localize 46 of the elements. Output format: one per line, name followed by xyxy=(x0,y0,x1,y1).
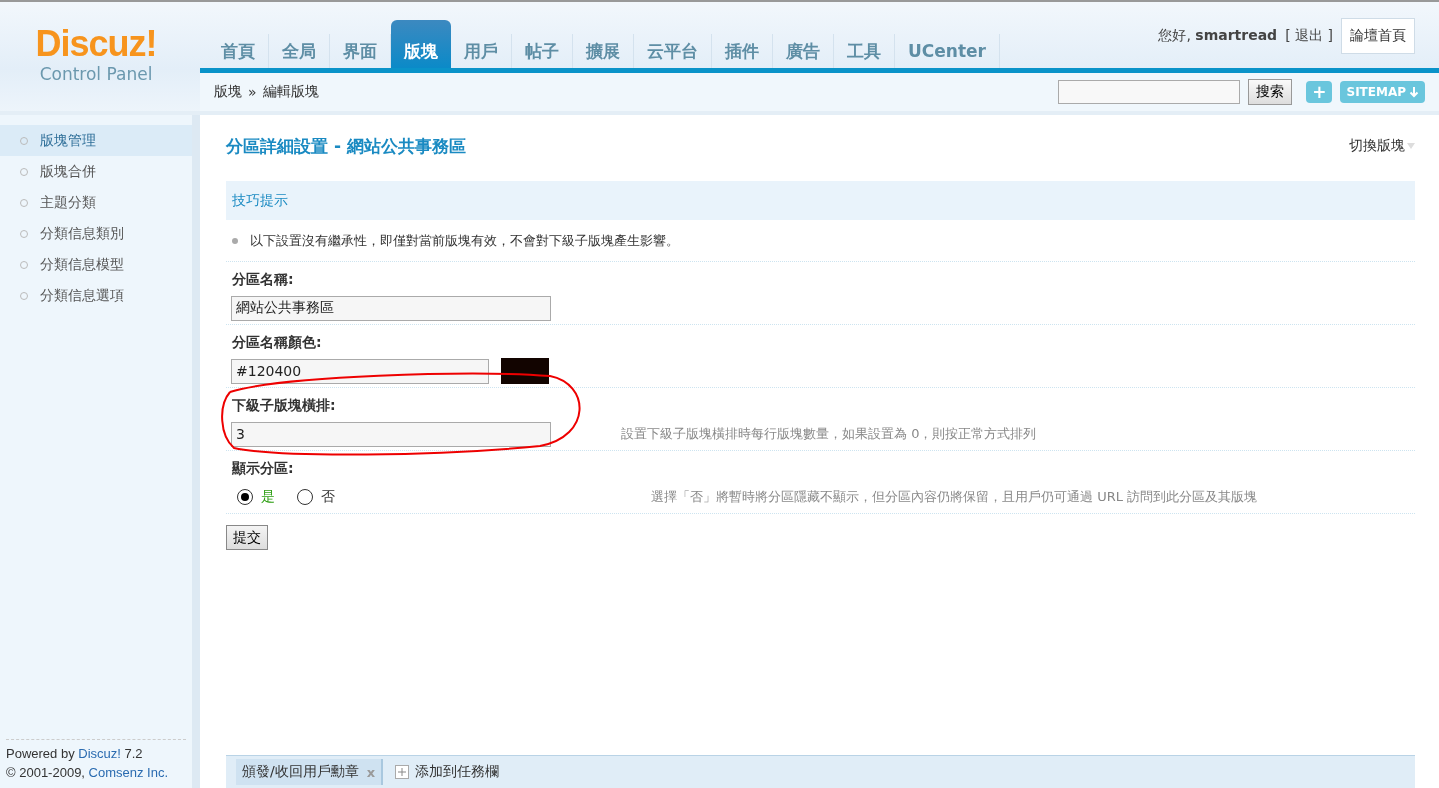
sidebar-item[interactable]: 分類信息模型 xyxy=(0,249,192,280)
field-label: 顯示分區: xyxy=(231,459,295,478)
text-field[interactable]: 網站公共事務區 xyxy=(231,295,551,321)
breadcrumb-current: 編輯版塊 xyxy=(262,83,319,101)
sidebar-item[interactable]: 分類信息類別 xyxy=(0,218,192,249)
search-button[interactable]: 搜索 xyxy=(1248,79,1293,105)
logo-subtitle: Control Panel xyxy=(39,64,153,84)
text-field[interactable]: 3 xyxy=(231,421,551,447)
radio-button[interactable] xyxy=(297,489,313,505)
tip-text: 以下設置沒有繼承性，即僅對當前版塊有效，不會對下級子版塊產生影響。 xyxy=(250,231,679,250)
page-title: 分區詳細設置 - 網站公共事務區 xyxy=(226,134,466,158)
breadcrumb-separator: » xyxy=(248,84,257,100)
field-hint: 選擇「否」將暫時將分區隱藏不顯示，但分區內容仍將保留，且用戶仍可通過 URL 訪問到此分區及其版塊 xyxy=(651,488,1258,506)
field-label: 下級子版塊橫排: xyxy=(231,396,337,415)
logout-link[interactable]: [ 退出 ] xyxy=(1285,27,1333,45)
color-field[interactable]: #120400 xyxy=(231,358,489,384)
arrow-down-icon xyxy=(1409,86,1419,98)
powered-by-text: Powered by Discuz! 7.2 xyxy=(6,746,144,761)
comsenz-link[interactable]: Comsenz Inc. xyxy=(88,765,169,780)
field-hint: 設置下級子版塊橫排時每行版塊數量，如果設置為 0，則按正常方式排列 xyxy=(621,425,1037,443)
radio-label: 否 xyxy=(321,488,335,506)
discuz-link[interactable]: Discuz! xyxy=(78,746,121,761)
field-label: 分區名稱: xyxy=(231,270,295,289)
sidebar-item[interactable]: 版塊合併 xyxy=(0,156,192,187)
logo-title: Discuz! xyxy=(35,26,157,62)
radio-button[interactable] xyxy=(237,489,253,505)
forum-home-button[interactable]: 論壇首頁 xyxy=(1341,18,1415,54)
greeting: 您好, smartread xyxy=(1158,27,1278,45)
copyright-text: © 2001-2009, Comsenz Inc. xyxy=(6,765,170,780)
color-swatch[interactable] xyxy=(501,358,549,384)
tips-header: 技巧提示 xyxy=(226,181,1415,220)
add-to-taskbar-link[interactable]: 添加到任務欄 xyxy=(395,763,500,781)
submit-button[interactable]: 提交 xyxy=(226,525,268,550)
task-tab[interactable]: 頒發/收回用戶勳章 x xyxy=(236,759,384,785)
caret-icon xyxy=(1407,143,1415,149)
switch-forum-link[interactable]: 切換版塊 xyxy=(1349,137,1415,155)
sidebar-item[interactable]: 主題分類 xyxy=(0,187,192,218)
breadcrumb-link[interactable]: 版塊 xyxy=(214,83,242,101)
field-label: 分區名稱顏色: xyxy=(231,333,323,352)
search-field[interactable] xyxy=(1058,80,1241,104)
sidebar-item[interactable]: 分類信息選項 xyxy=(0,280,192,311)
bullet-icon xyxy=(232,237,238,244)
sidebar-item[interactable]: 版塊管理 xyxy=(0,125,192,156)
nav-tab[interactable]: 版塊 xyxy=(391,20,451,68)
radio-label: 是 xyxy=(261,488,275,506)
plus-icon xyxy=(395,765,410,779)
